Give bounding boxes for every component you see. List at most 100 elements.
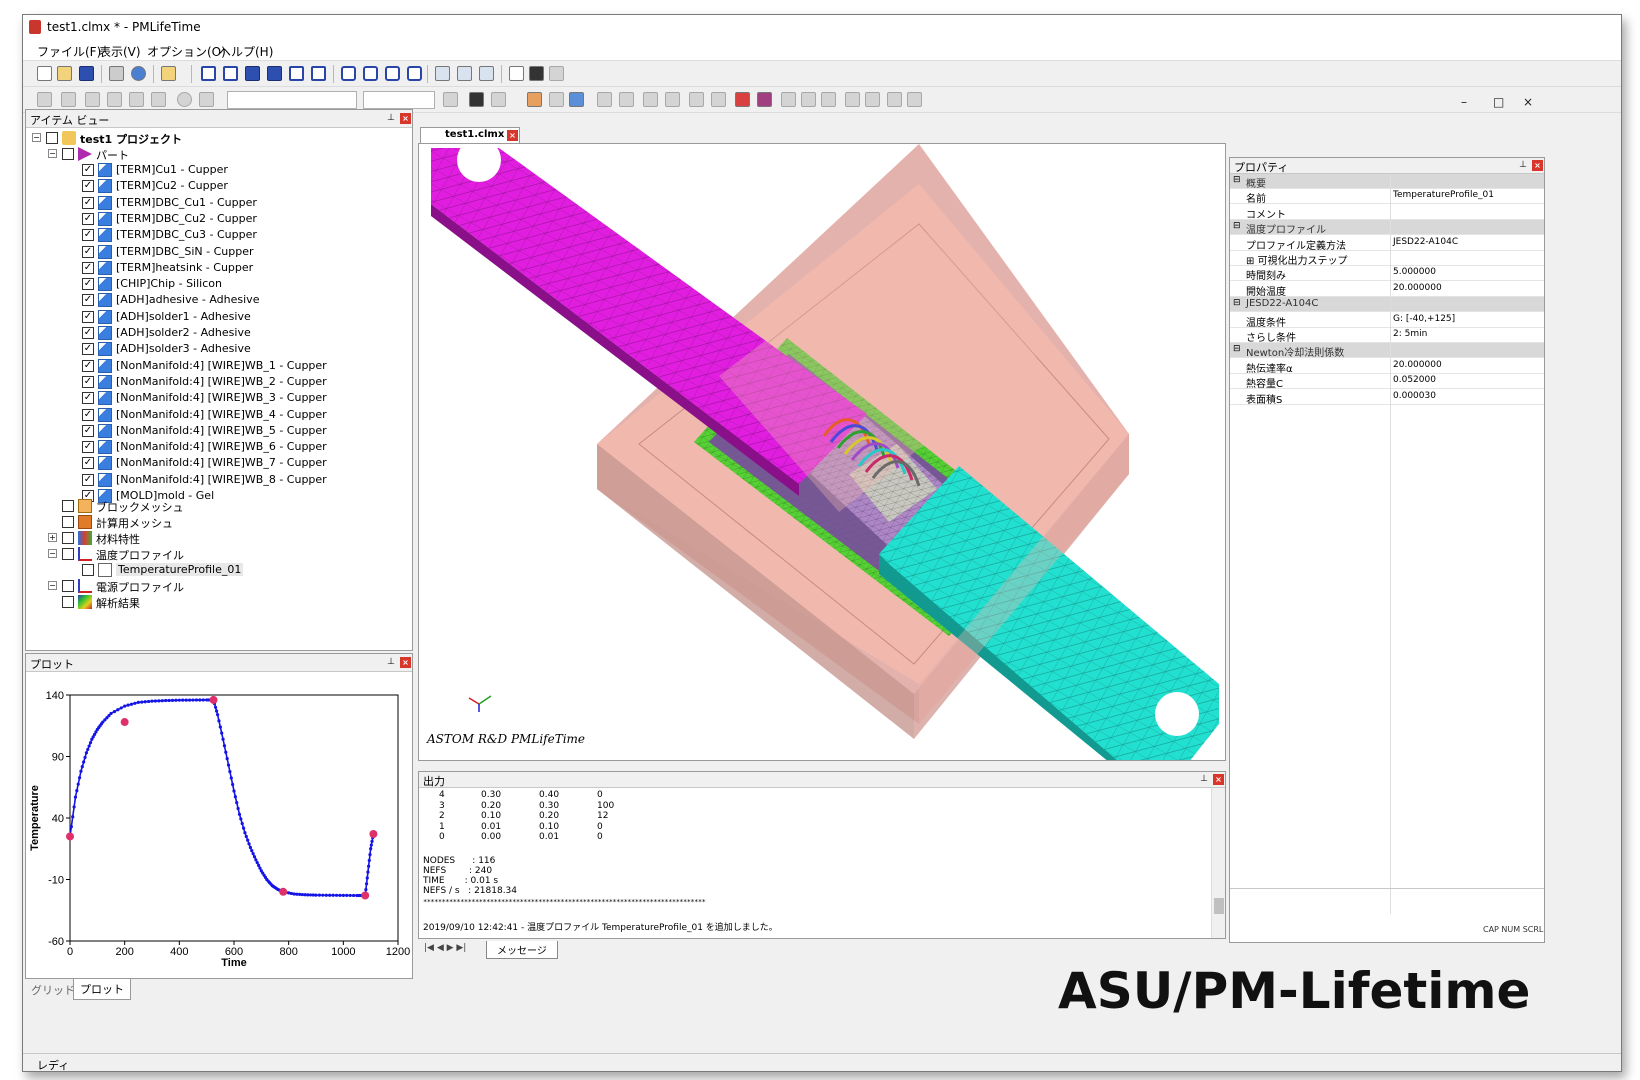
collapse-icon[interactable]: ⊟ bbox=[1233, 175, 1241, 185]
property-value[interactable]: 20.000000 bbox=[1393, 283, 1442, 293]
record-icon[interactable] bbox=[177, 92, 192, 107]
property-row[interactable]: 開始温度 20.000000 bbox=[1230, 282, 1544, 298]
close-icon[interactable]: × bbox=[1213, 774, 1224, 785]
last-frame-icon[interactable] bbox=[129, 92, 144, 107]
part-checkbox[interactable]: ✓ bbox=[82, 261, 94, 274]
table-icon[interactable] bbox=[711, 92, 726, 107]
save-icon[interactable] bbox=[79, 66, 94, 81]
property-row[interactable]: 温度条件 G: [-40,+125] bbox=[1230, 313, 1544, 329]
collapse-icon[interactable]: ⊟ bbox=[1233, 298, 1241, 308]
save-movie-icon[interactable] bbox=[199, 92, 214, 107]
pin-icon[interactable]: ⊥ bbox=[386, 657, 396, 667]
select-part-icon[interactable] bbox=[527, 92, 542, 107]
property-row[interactable]: さらし条件 2: 5min bbox=[1230, 328, 1544, 344]
snapshot-icon[interactable] bbox=[469, 92, 484, 107]
part-checkbox[interactable]: ✓ bbox=[82, 375, 94, 388]
property-value[interactable]: JESD22-A104C bbox=[1393, 237, 1458, 247]
view-bottom-icon[interactable] bbox=[267, 66, 282, 81]
menu-options[interactable]: オプション(O) bbox=[147, 43, 226, 60]
tab-grid[interactable]: グリッド bbox=[31, 982, 75, 998]
part-checkbox[interactable]: ✓ bbox=[82, 392, 94, 405]
property-value[interactable]: G: [-40,+125] bbox=[1393, 314, 1455, 324]
open-recent-icon[interactable] bbox=[161, 66, 176, 81]
pin-icon[interactable]: ⊥ bbox=[386, 113, 396, 123]
property-category[interactable]: ⊟ 温度プロファイル bbox=[1230, 220, 1544, 236]
part-checkbox[interactable]: ✓ bbox=[82, 180, 94, 193]
mesh-hide-icon[interactable] bbox=[619, 92, 634, 107]
property-value[interactable]: 20.000000 bbox=[1393, 360, 1442, 370]
view-iso2-icon[interactable] bbox=[363, 66, 378, 81]
help-icon[interactable] bbox=[131, 66, 146, 81]
part-checkbox[interactable]: ✓ bbox=[82, 441, 94, 454]
part-checkbox[interactable]: ✓ bbox=[82, 408, 94, 421]
angle-icon[interactable] bbox=[821, 92, 836, 107]
measure-icon[interactable] bbox=[781, 92, 796, 107]
view-left-icon[interactable] bbox=[289, 66, 304, 81]
property-row[interactable]: 熱伝達率α 20.000000 bbox=[1230, 359, 1544, 375]
menu-help[interactable]: ヘルプ(H) bbox=[219, 43, 273, 60]
menu-file[interactable]: ファイル(F) bbox=[37, 43, 101, 60]
part-checkbox[interactable]: ✓ bbox=[82, 359, 94, 372]
new-file-icon[interactable] bbox=[37, 66, 52, 81]
camera-icon[interactable] bbox=[529, 66, 544, 81]
collapse-icon[interactable]: ⊟ bbox=[1233, 221, 1241, 231]
grid-icon[interactable] bbox=[689, 92, 704, 107]
view-front-icon[interactable] bbox=[201, 66, 216, 81]
part-checkbox[interactable]: ✓ bbox=[82, 294, 94, 307]
output-nav-icons[interactable]: |◀ ◀ ▶ ▶| bbox=[424, 943, 466, 953]
property-category[interactable]: ⊟ Newton冷却法則係数 bbox=[1230, 343, 1544, 359]
mdi-maximize-icon[interactable]: □ bbox=[1493, 95, 1504, 109]
apply-icon[interactable] bbox=[443, 92, 458, 107]
property-category[interactable]: ⊟ 概要 bbox=[1230, 174, 1544, 190]
play-icon[interactable] bbox=[85, 92, 100, 107]
tab-messages[interactable]: メッセージ bbox=[486, 941, 558, 959]
select-face-icon[interactable] bbox=[549, 92, 564, 107]
property-value[interactable]: 0.052000 bbox=[1393, 375, 1436, 385]
open-folder-icon[interactable] bbox=[57, 66, 72, 81]
close-icon[interactable]: × bbox=[1532, 160, 1543, 171]
section-icon[interactable] bbox=[665, 92, 680, 107]
step-combo[interactable] bbox=[363, 91, 435, 109]
document-tab[interactable]: test1.clmx * × bbox=[420, 127, 520, 143]
mountain-icon[interactable] bbox=[865, 92, 880, 107]
part-checkbox[interactable]: ✓ bbox=[82, 473, 94, 486]
menu-view[interactable]: 表示(V) bbox=[99, 43, 141, 60]
triangle-icon[interactable] bbox=[845, 92, 860, 107]
snapshot-options-icon[interactable] bbox=[491, 92, 506, 107]
property-row[interactable]: 時間刻み 5.000000 bbox=[1230, 266, 1544, 282]
property-value[interactable]: 0.000030 bbox=[1393, 391, 1436, 401]
collapse-icon[interactable]: ⊟ bbox=[1233, 344, 1241, 354]
output-scrollbar[interactable] bbox=[1211, 788, 1225, 938]
part-checkbox[interactable]: ✓ bbox=[82, 229, 94, 242]
legend-icon[interactable] bbox=[757, 92, 772, 107]
part-checkbox[interactable]: ✓ bbox=[82, 196, 94, 209]
part-checkbox[interactable]: ✓ bbox=[82, 245, 94, 258]
export-image-icon[interactable] bbox=[549, 66, 564, 81]
mesh-show-icon[interactable] bbox=[597, 92, 612, 107]
layer-icon[interactable] bbox=[643, 92, 658, 107]
view-right-icon[interactable] bbox=[311, 66, 326, 81]
arrow-icon[interactable] bbox=[907, 92, 922, 107]
cross-icon[interactable] bbox=[887, 92, 902, 107]
property-value[interactable]: 2: 5min bbox=[1393, 329, 1427, 339]
tab-plot[interactable]: プロット bbox=[73, 979, 131, 1000]
part-checkbox[interactable]: ✓ bbox=[82, 424, 94, 437]
next-frame-icon[interactable] bbox=[107, 92, 122, 107]
property-category[interactable]: ⊟ JESD22-A104C bbox=[1230, 297, 1544, 313]
copy-icon[interactable] bbox=[509, 66, 524, 81]
zoom-window-icon[interactable] bbox=[457, 66, 472, 81]
line-icon[interactable] bbox=[801, 92, 816, 107]
print-icon[interactable] bbox=[109, 66, 124, 81]
contour-icon[interactable] bbox=[735, 92, 750, 107]
pin-icon[interactable]: ⊥ bbox=[1199, 774, 1209, 784]
close-icon[interactable]: × bbox=[400, 113, 411, 124]
close-icon[interactable]: × bbox=[507, 130, 518, 141]
fit-view-icon[interactable] bbox=[435, 66, 450, 81]
view-back-icon[interactable] bbox=[223, 66, 238, 81]
property-row[interactable]: ⊞ 可視化出力ステップ bbox=[1230, 251, 1544, 267]
rotate-view-icon[interactable] bbox=[479, 66, 494, 81]
prev-frame-icon[interactable] bbox=[61, 92, 76, 107]
frame-combo[interactable] bbox=[227, 91, 357, 109]
view-top-icon[interactable] bbox=[245, 66, 260, 81]
part-checkbox[interactable]: ✓ bbox=[82, 310, 94, 323]
